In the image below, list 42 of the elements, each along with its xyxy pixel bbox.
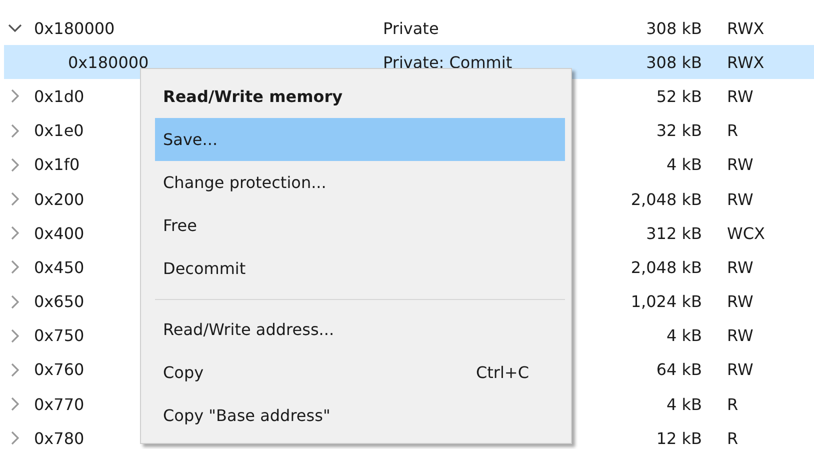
protection-text: RW — [726, 360, 754, 380]
address-text: 0x760 — [34, 360, 84, 380]
address-text: 0x400 — [34, 224, 84, 243]
size-text: 312 kB — [646, 224, 702, 243]
address-text: 0x750 — [34, 326, 84, 346]
address-text: 0x450 — [34, 258, 84, 277]
protection-text: RW — [726, 155, 754, 174]
size-text: 1,024 kB — [630, 292, 702, 312]
size-text: 32 kB — [656, 121, 702, 140]
protection-text: R — [726, 394, 740, 414]
size-text: 4 kB — [666, 326, 702, 346]
address-text: 0x180000 — [34, 18, 115, 38]
size-text: 64 kB — [656, 360, 702, 380]
size-text: 2,048 kB — [630, 258, 702, 277]
size-text: 4 kB — [666, 155, 702, 174]
shortcut-text: Ctrl+C — [476, 363, 529, 382]
size-text: 308 kB — [646, 52, 702, 72]
address-text: 0x1e0 — [34, 121, 84, 140]
protection-text: RW — [726, 292, 754, 312]
protection-text: R — [726, 428, 740, 448]
protection-text: RWX — [726, 18, 766, 38]
address-text: 0x200 — [34, 190, 84, 209]
protection-text: RW — [726, 190, 754, 209]
type-text: Private: Commit — [383, 52, 512, 72]
size-text: 4 kB — [666, 394, 702, 414]
address-text: 0x1f0 — [34, 155, 80, 174]
protection-text: RW — [726, 258, 754, 277]
address-text: 0x650 — [34, 292, 84, 312]
size-text: 2,048 kB — [630, 190, 702, 209]
protection-text: RW — [726, 326, 754, 346]
protection-text: RW — [726, 86, 754, 106]
size-text: 52 kB — [656, 86, 702, 106]
address-text: 0x1d0 — [34, 86, 84, 106]
size-text: 12 kB — [656, 428, 702, 448]
type-text: Private — [383, 18, 439, 38]
protection-text: R — [726, 121, 740, 140]
size-text: 308 kB — [646, 18, 702, 38]
address-text: 0x770 — [34, 394, 84, 414]
protection-text: RWX — [726, 52, 766, 72]
address-text: 0x180000 — [68, 52, 149, 72]
protection-text: WCX — [726, 224, 766, 243]
address-text: 0x780 — [34, 428, 84, 448]
